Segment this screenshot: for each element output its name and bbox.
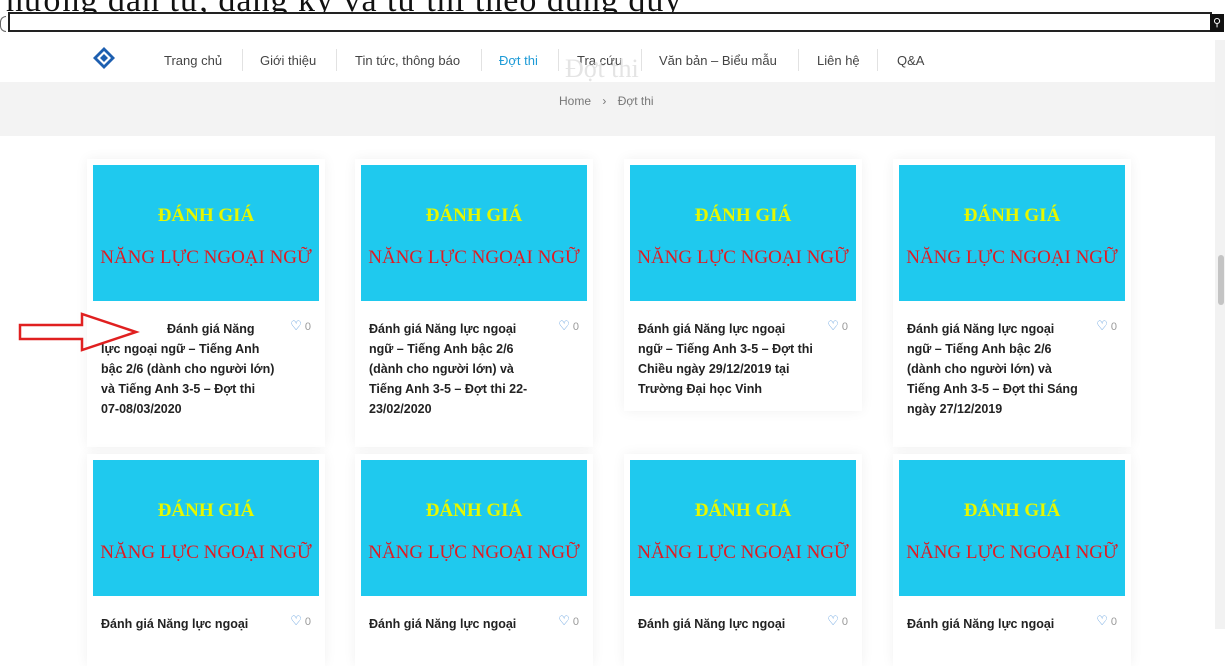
exam-card[interactable]: ĐÁNH GIÁ NĂNG LỰC NGOẠI NGỮ Đánh giá Năn… bbox=[893, 159, 1131, 447]
card-thumbnail[interactable]: ĐÁNH GIÁ NĂNG LỰC NGOẠI NGỮ bbox=[630, 165, 856, 301]
thumbnail-line2: NĂNG LỰC NGOẠI NGỮ bbox=[368, 542, 580, 563]
nav-separator bbox=[641, 49, 642, 71]
scrollbar-thumb[interactable] bbox=[1218, 255, 1224, 305]
like-count: 0 bbox=[572, 616, 579, 628]
card-thumbnail[interactable]: ĐÁNH GIÁ NĂNG LỰC NGOẠI NGỮ bbox=[899, 460, 1125, 596]
heart-icon[interactable]: ♡ bbox=[558, 318, 570, 333]
like-counter[interactable]: ♡ 0 bbox=[558, 318, 579, 334]
card-body: Đánh giá Năng lực ngoại ♡ 0 bbox=[899, 596, 1125, 642]
exam-card[interactable]: ĐÁNH GIÁ NĂNG LỰC NGOẠI NGỮ Đánh giá Năn… bbox=[87, 159, 325, 447]
card-body: Đánh giá Năng lực ngoại ♡ 0 bbox=[93, 596, 319, 642]
exam-card[interactable]: ĐÁNH GIÁ NĂNG LỰC NGOẠI NGỮ Đánh giá Năn… bbox=[624, 454, 862, 666]
thumbnail-line1: ĐÁNH GIÁ bbox=[694, 205, 792, 226]
heart-icon[interactable]: ♡ bbox=[1096, 613, 1108, 628]
left-edge-mark bbox=[0, 16, 6, 32]
breadcrumb-home[interactable]: Home bbox=[559, 94, 591, 108]
nav-item-tin-tuc[interactable]: Tin tức, thông báo bbox=[355, 52, 460, 70]
like-count: 0 bbox=[572, 321, 579, 333]
card-thumbnail[interactable]: ĐÁNH GIÁ NĂNG LỰC NGOẠI NGỮ bbox=[361, 460, 587, 596]
breadcrumb-current: Đợt thi bbox=[617, 94, 654, 108]
like-counter[interactable]: ♡ 0 bbox=[558, 613, 579, 629]
nav-item-qa[interactable]: Q&A bbox=[897, 52, 924, 70]
breadcrumb-banner: Home › Đợt thi bbox=[0, 82, 1225, 136]
breadcrumb: Home › Đợt thi bbox=[559, 94, 662, 108]
search-input[interactable]: ⚲ bbox=[8, 12, 1224, 32]
nav-separator bbox=[798, 49, 799, 71]
thumbnail-line1: ĐÁNH GIÁ bbox=[963, 500, 1061, 521]
like-count: 0 bbox=[1110, 616, 1117, 628]
nav-separator bbox=[336, 49, 337, 71]
logo-icon[interactable] bbox=[92, 46, 116, 70]
like-counter[interactable]: ♡ 0 bbox=[1096, 613, 1117, 629]
nav-item-gioi-thieu[interactable]: Giới thiệu bbox=[260, 52, 316, 70]
page-title-ghost: Đợt thi bbox=[565, 54, 639, 83]
card-thumbnail[interactable]: ĐÁNH GIÁ NĂNG LỰC NGOẠI NGỮ bbox=[93, 460, 319, 596]
scrollbar[interactable] bbox=[1215, 40, 1225, 629]
like-counter[interactable]: ♡ 0 bbox=[827, 613, 848, 629]
thumbnail-line1: ĐÁNH GIÁ bbox=[963, 205, 1061, 226]
exam-card[interactable]: ĐÁNH GIÁ NĂNG LỰC NGOẠI NGỮ Đánh giá Năn… bbox=[893, 454, 1131, 666]
search-icon[interactable]: ⚲ bbox=[1210, 14, 1224, 32]
thumbnail-line2: NĂNG LỰC NGOẠI NGỮ bbox=[368, 247, 580, 268]
card-title[interactable]: Đánh giá Năng lực ngoại bbox=[638, 614, 813, 634]
nav-separator bbox=[242, 49, 243, 71]
heart-icon[interactable]: ♡ bbox=[827, 318, 839, 333]
like-counter[interactable]: ♡ 0 bbox=[827, 318, 848, 334]
nav-item-trang-chu[interactable]: Trang chủ bbox=[164, 52, 222, 70]
card-title[interactable]: Đánh giá Năng lực ngoại ngữ – Tiếng Anh … bbox=[907, 319, 1082, 419]
annotation-arrow-icon bbox=[18, 312, 140, 352]
card-thumbnail[interactable]: ĐÁNH GIÁ NĂNG LỰC NGOẠI NGỮ bbox=[361, 165, 587, 301]
like-count: 0 bbox=[304, 616, 311, 628]
thumbnail-line1: ĐÁNH GIÁ bbox=[425, 500, 523, 521]
thumbnail-line1: ĐÁNH GIÁ bbox=[157, 500, 255, 521]
nav-item-van-ban[interactable]: Văn bản – Biểu mẫu bbox=[659, 52, 777, 70]
heart-icon[interactable]: ♡ bbox=[290, 613, 302, 628]
like-count: 0 bbox=[841, 321, 848, 333]
card-title[interactable]: Đánh giá Năng lực ngoại ngữ – Tiếng Anh … bbox=[638, 319, 813, 399]
card-thumbnail[interactable]: ĐÁNH GIÁ NĂNG LỰC NGOẠI NGỮ bbox=[93, 165, 319, 301]
thumbnail-line2: NĂNG LỰC NGOẠI NGỮ bbox=[906, 247, 1118, 268]
thumbnail-line2: NĂNG LỰC NGOẠI NGỮ bbox=[100, 542, 312, 563]
card-body: Đánh giá Năng lực ngoại ngữ – Tiếng Anh … bbox=[361, 301, 587, 427]
card-title[interactable]: Đánh giá Năng lực ngoại bbox=[101, 614, 276, 634]
like-count: 0 bbox=[304, 321, 311, 333]
like-counter[interactable]: ♡ 0 bbox=[290, 318, 311, 334]
nav-item-dot-thi[interactable]: Đợt thi bbox=[499, 52, 538, 70]
heart-icon[interactable]: ♡ bbox=[290, 318, 302, 333]
like-counter[interactable]: ♡ 0 bbox=[290, 613, 311, 629]
like-count: 0 bbox=[1110, 321, 1117, 333]
thumbnail-line2: NĂNG LỰC NGOẠI NGỮ bbox=[906, 542, 1118, 563]
exam-card[interactable]: ĐÁNH GIÁ NĂNG LỰC NGOẠI NGỮ Đánh giá Năn… bbox=[624, 159, 862, 411]
card-body: Đánh giá Năng lực ngoại ♡ 0 bbox=[630, 596, 856, 642]
card-body: Đánh giá Năng lực ngoại ♡ 0 bbox=[361, 596, 587, 642]
exam-card[interactable]: ĐÁNH GIÁ NĂNG LỰC NGOẠI NGỮ Đánh giá Năn… bbox=[355, 454, 593, 666]
heart-icon[interactable]: ♡ bbox=[558, 613, 570, 628]
nav-item-lien-he[interactable]: Liên hệ bbox=[817, 52, 860, 70]
card-thumbnail[interactable]: ĐÁNH GIÁ NĂNG LỰC NGOẠI NGỮ bbox=[899, 165, 1125, 301]
breadcrumb-separator: › bbox=[602, 94, 607, 108]
card-body: Đánh giá Năng lực ngoại ngữ – Tiếng Anh … bbox=[899, 301, 1125, 427]
exam-card[interactable]: ĐÁNH GIÁ NĂNG LỰC NGOẠI NGỮ Đánh giá Năn… bbox=[355, 159, 593, 447]
heart-icon[interactable]: ♡ bbox=[827, 613, 839, 628]
thumbnail-line1: ĐÁNH GIÁ bbox=[425, 205, 523, 226]
nav-separator bbox=[558, 49, 559, 71]
heart-icon[interactable]: ♡ bbox=[1096, 318, 1108, 333]
card-title[interactable]: Đánh giá Năng lực ngoại bbox=[907, 614, 1082, 634]
thumbnail-line1: ĐÁNH GIÁ bbox=[694, 500, 792, 521]
thumbnail-line2: NĂNG LỰC NGOẠI NGỮ bbox=[100, 247, 312, 268]
like-count: 0 bbox=[841, 616, 848, 628]
card-body: Đánh giá Năng lực ngoại ngữ – Tiếng Anh … bbox=[630, 301, 856, 407]
card-thumbnail[interactable]: ĐÁNH GIÁ NĂNG LỰC NGOẠI NGỮ bbox=[630, 460, 856, 596]
card-title[interactable]: Đánh giá Năng lực ngoại bbox=[369, 614, 544, 634]
nav-separator bbox=[481, 49, 482, 71]
card-title[interactable]: Đánh giá Năng lực ngoại ngữ – Tiếng Anh … bbox=[369, 319, 544, 419]
like-counter[interactable]: ♡ 0 bbox=[1096, 318, 1117, 334]
nav-separator bbox=[877, 49, 878, 71]
thumbnail-line2: NĂNG LỰC NGOẠI NGỮ bbox=[637, 542, 849, 563]
exam-card[interactable]: ĐÁNH GIÁ NĂNG LỰC NGOẠI NGỮ Đánh giá Năn… bbox=[87, 454, 325, 666]
thumbnail-line1: ĐÁNH GIÁ bbox=[157, 205, 255, 226]
thumbnail-line2: NĂNG LỰC NGOẠI NGỮ bbox=[637, 247, 849, 268]
